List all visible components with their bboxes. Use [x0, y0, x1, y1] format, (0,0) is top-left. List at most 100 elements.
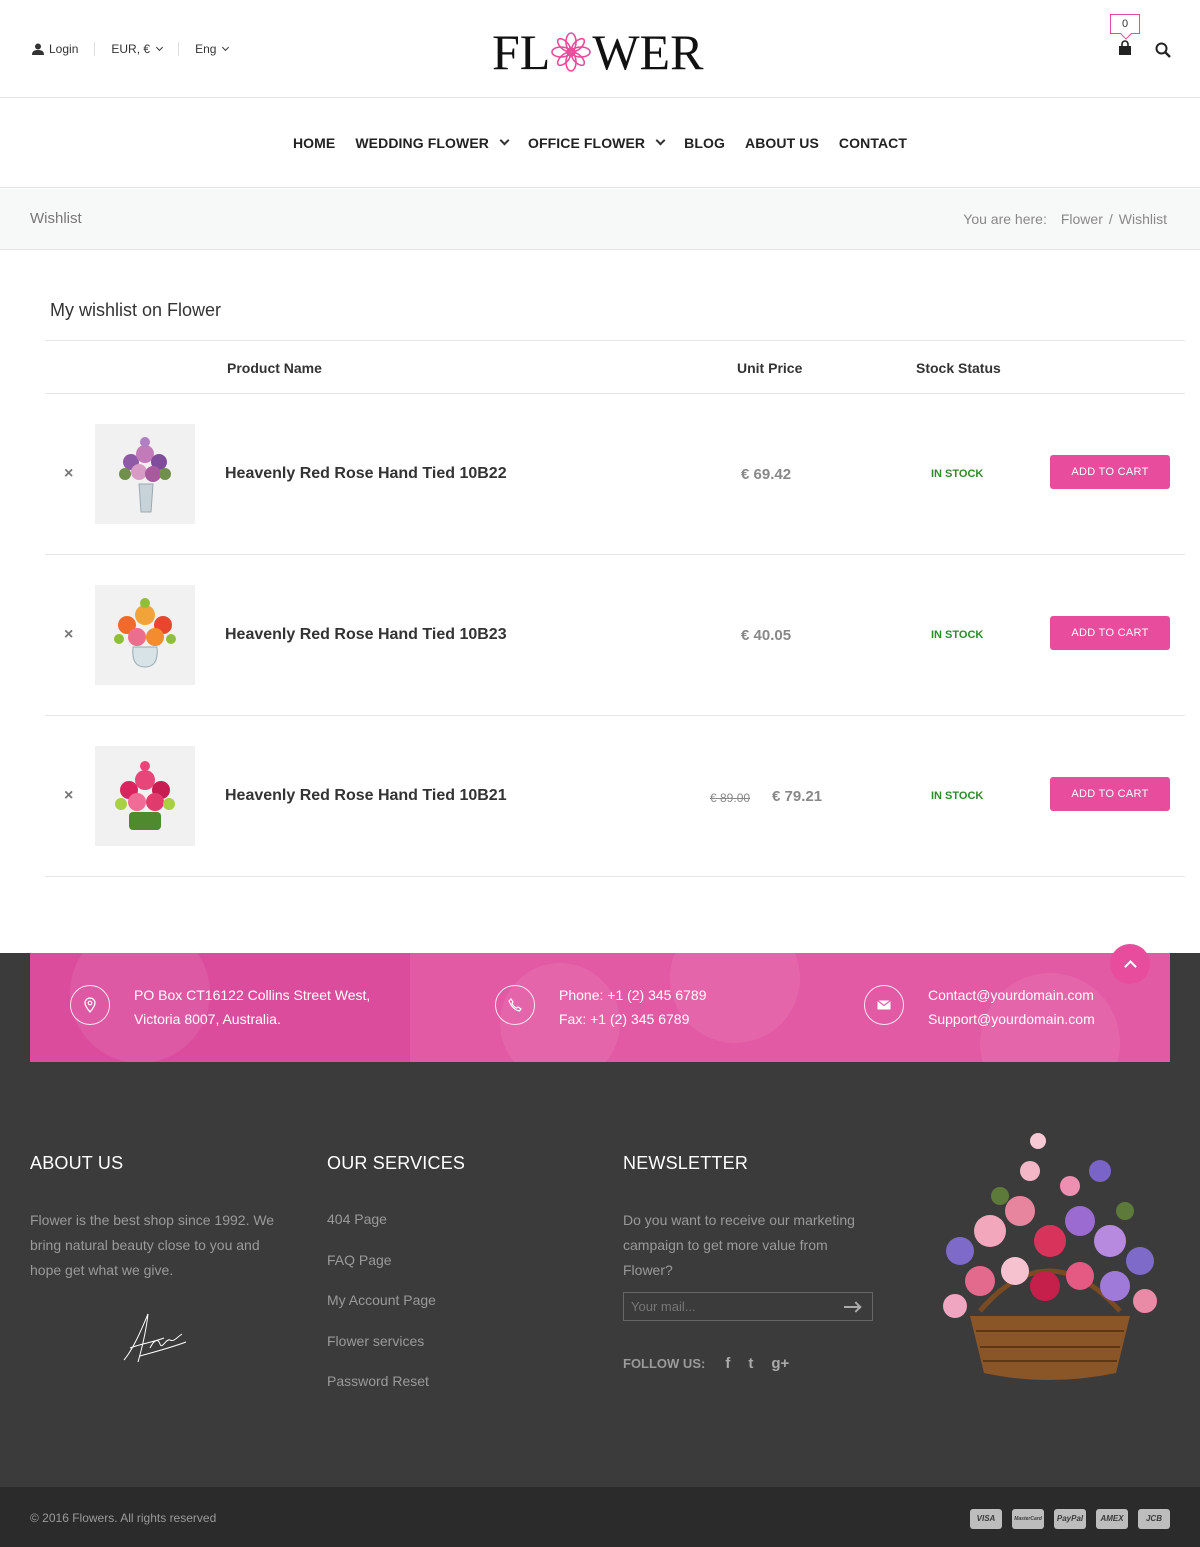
page-title: Wishlist [30, 210, 82, 227]
product-image[interactable] [95, 746, 195, 846]
product-image[interactable] [95, 424, 195, 524]
remove-item-button[interactable]: × [64, 627, 73, 643]
product-name-link[interactable]: Heavenly Red Rose Hand Tied 10B22 [225, 465, 507, 483]
product-image[interactable] [95, 585, 195, 685]
chevron-down-icon [499, 135, 510, 146]
google-plus-icon[interactable]: g+ [771, 1355, 789, 1372]
paypal-icon: PayPal [1054, 1509, 1086, 1529]
fax-number: Fax: +1 (2) 345 6789 [559, 1011, 690, 1027]
old-price: € 89.00 [710, 791, 751, 805]
nav-blog[interactable]: BLOG [684, 135, 725, 151]
add-to-cart-button[interactable]: ADD TO CART [1050, 777, 1170, 811]
nav-office-flower[interactable]: OFFICE FLOWER [527, 134, 666, 151]
site-logo[interactable]: FL WER [492, 24, 708, 80]
cart-count-badge: 0 [1110, 14, 1140, 34]
breadcrumb: You are here: Flower / Wishlist [963, 211, 1167, 227]
flower-basket-image [943, 1133, 1157, 1380]
nav-label: CONTACT [838, 134, 908, 151]
breadcrumb-bar: Wishlist You are here: Flower / Wishlist [0, 189, 1200, 250]
language-select[interactable]: Eng [195, 42, 230, 56]
mastercard-icon: MasterCard [1012, 1509, 1044, 1529]
service-link-faq[interactable]: FAQ Page [327, 1252, 547, 1293]
arrow-up-icon [1123, 960, 1137, 973]
services-list: 404 Page FAQ Page My Account Page Flower… [327, 1211, 547, 1414]
breadcrumb-prefix: You are here: [963, 211, 1047, 227]
column-product-name: Product Name [227, 360, 322, 376]
facebook-icon[interactable]: f [725, 1355, 730, 1372]
remove-item-button[interactable]: × [64, 466, 73, 482]
email-support-link[interactable]: Support@yourdomain.com [928, 1007, 1095, 1031]
unit-price: € 69.42 [741, 466, 792, 483]
phone-icon [495, 985, 535, 1025]
unit-price: € 79.21 [772, 788, 823, 805]
phone-text: Phone: +1 (2) 345 6789 Fax: +1 (2) 345 6… [559, 983, 707, 1031]
add-to-cart-button[interactable]: ADD TO CART [1050, 455, 1170, 489]
footer-about: ABOUT US Flower is the best shop since 1… [30, 1153, 280, 1283]
location-icon [70, 985, 110, 1025]
currency-value: EUR, € [111, 42, 151, 56]
follow-label: FOLLOW US: [623, 1356, 706, 1371]
footer-newsletter: NEWSLETTER Do you want to receive our ma… [623, 1153, 873, 1283]
amex-icon: AMEX [1096, 1509, 1128, 1529]
chevron-down-icon [156, 43, 164, 52]
table-row: × Heavenly Red Rose Hand Tied 10B21 € 89… [45, 716, 1185, 877]
nav-home[interactable]: HOME [293, 135, 335, 151]
add-to-cart-button[interactable]: ADD TO CART [1050, 616, 1170, 650]
nav-about-us[interactable]: ABOUT US [745, 135, 819, 151]
currency-select[interactable]: EUR, € [111, 42, 164, 56]
product-name-link[interactable]: Heavenly Red Rose Hand Tied 10B21 [225, 787, 507, 805]
nav-contact[interactable]: CONTACT [839, 135, 907, 151]
bouquet-image [114, 598, 176, 668]
nav-wedding-flower[interactable]: WEDDING FLOWER [355, 135, 510, 151]
contact-band: PO Box CT16122 Collins Street West, Vict… [30, 953, 1170, 1062]
cart-icon[interactable] [1117, 40, 1133, 56]
divider [94, 42, 96, 56]
product-name-link[interactable]: Heavenly Red Rose Hand Tied 10B23 [225, 626, 507, 644]
nav-label: OFFICE FLOWER [527, 134, 646, 151]
signature-image [123, 1313, 187, 1363]
service-link-account[interactable]: My Account Page [327, 1292, 547, 1333]
table-header: Product Name Unit Price Stock Status [45, 340, 1185, 394]
nav-label: ABOUT US [745, 134, 819, 151]
breadcrumb-separator: / [1108, 211, 1113, 227]
stock-status: IN STOCK [931, 790, 984, 802]
top-utilities: Login EUR, € Eng [32, 42, 230, 56]
flower-logo-icon [551, 32, 592, 72]
newsletter-placeholder: Your mail... [631, 1299, 696, 1314]
divider [178, 42, 180, 56]
logo-text-right: WER [592, 24, 704, 80]
search-icon[interactable] [1155, 42, 1171, 58]
visa-icon: VISA [970, 1509, 1002, 1529]
top-bar: Login EUR, € Eng FL WER 0 [0, 0, 1200, 98]
nav-label: HOME [292, 134, 336, 151]
follow-us: FOLLOW US: f t g+ [623, 1355, 789, 1372]
newsletter-text: Do you want to receive our marketing cam… [623, 1212, 855, 1278]
user-icon [32, 43, 44, 55]
service-link-flower-services[interactable]: Flower services [327, 1333, 547, 1374]
address-line-2: Victoria 8007, Australia. [134, 1011, 281, 1027]
newsletter-email-input[interactable]: Your mail... [623, 1292, 873, 1321]
main-nav: HOME WEDDING FLOWER OFFICE FLOWER BLOG A… [0, 98, 1200, 188]
unit-price: € 40.05 [741, 627, 792, 644]
wishlist-title: My wishlist on Flower [50, 300, 222, 320]
column-unit-price: Unit Price [737, 360, 803, 376]
wishlist-table: Product Name Unit Price Stock Status × H… [45, 340, 1185, 877]
phone-number: Phone: +1 (2) 345 6789 [559, 987, 707, 1003]
bottom-bar: © 2016 Flowers. All rights reserved VISA… [0, 1487, 1200, 1547]
copyright: © 2016 Flowers. All rights reserved [30, 1511, 217, 1525]
twitter-icon[interactable]: t [748, 1355, 753, 1372]
arrow-right-icon[interactable] [844, 1306, 860, 1308]
contact-email: Contact@yourdomain.com Support@yourdomai… [864, 983, 1095, 1031]
service-link-404[interactable]: 404 Page [327, 1211, 547, 1252]
back-to-top-button[interactable] [1110, 944, 1150, 984]
footer-services-title: OUR SERVICES [327, 1153, 466, 1173]
service-link-password-reset[interactable]: Password Reset [327, 1373, 547, 1414]
table-row: × Heavenly Red Rose Hand Tied 10B23 € 40… [45, 555, 1185, 716]
remove-item-button[interactable]: × [64, 788, 73, 804]
login-link[interactable]: Login [32, 42, 78, 56]
email-contact-link[interactable]: Contact@yourdomain.com [928, 983, 1095, 1007]
email-text: Contact@yourdomain.com Support@yourdomai… [928, 983, 1095, 1031]
stock-status: IN STOCK [931, 629, 984, 641]
chevron-down-icon [222, 43, 230, 52]
breadcrumb-home-link[interactable]: Flower [1061, 211, 1103, 227]
